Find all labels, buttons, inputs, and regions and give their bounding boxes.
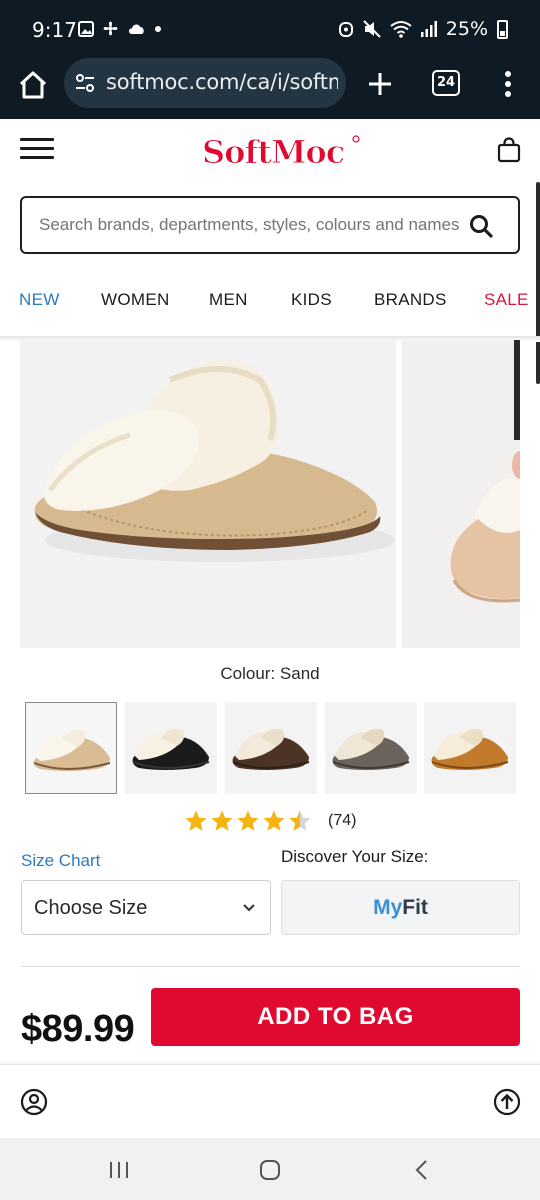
star-full-icon	[185, 810, 207, 831]
slipper-image	[34, 360, 395, 562]
swatch-brown[interactable]	[225, 702, 317, 794]
colour-swatches	[24, 702, 518, 794]
slipper-worn-image	[450, 340, 520, 603]
star-half-icon	[289, 810, 311, 831]
account-icon[interactable]	[20, 1088, 48, 1116]
swatch-sand[interactable]	[25, 702, 117, 794]
myfit-my: My	[373, 896, 403, 919]
category-nav: NEW WOMEN MEN KIDS BRANDS SALE	[0, 280, 540, 320]
star-full-icon	[211, 810, 233, 831]
chevron-down-icon	[243, 904, 255, 912]
swatch-sand-image	[33, 730, 111, 771]
product-price: $89.99	[21, 1008, 135, 1050]
star-full-icon	[237, 810, 259, 831]
home-nav-icon[interactable]	[258, 1158, 282, 1182]
rating-count[interactable]: (74)	[328, 812, 356, 830]
hamburger-menu-icon[interactable]	[20, 138, 54, 162]
signal-icon	[420, 21, 437, 37]
svg-text:SoftMoc: SoftMoc	[202, 133, 345, 171]
add-to-bag-button[interactable]: ADD TO BAG	[151, 988, 520, 1046]
swatch-black-image	[132, 729, 210, 770]
nav-item-kids[interactable]: KIDS	[291, 290, 332, 310]
site-settings-icon[interactable]	[74, 72, 96, 94]
product-image-next[interactable]	[402, 340, 520, 648]
status-time: 9:17	[32, 18, 77, 42]
dot-notification-icon	[155, 25, 161, 32]
swatch-chestnut-image	[431, 729, 509, 770]
nav-item-sale[interactable]: SALE	[484, 290, 529, 310]
shopping-bag-icon[interactable]	[496, 137, 522, 163]
swatch-brown-image	[232, 729, 310, 770]
gallery-notification-icon	[78, 20, 94, 37]
colour-label: Colour: Sand	[220, 664, 320, 683]
swatch-grey[interactable]	[325, 702, 417, 794]
arrow-up-circle-icon[interactable]	[493, 1088, 521, 1116]
size-select-value: Choose Size	[34, 897, 148, 919]
status-bar: 9:17 25%	[0, 0, 540, 58]
softmoc-logo[interactable]: SoftMoc	[200, 131, 362, 171]
mute-icon	[363, 20, 381, 38]
url-text[interactable]: softmoc.com/ca/i/softmoc	[106, 70, 338, 94]
site-header: SoftMoc	[0, 119, 540, 183]
more-vertical-icon[interactable]	[494, 66, 522, 102]
system-navigation-bar	[0, 1138, 540, 1200]
recent-apps-icon[interactable]	[107, 1158, 131, 1182]
swatch-chestnut[interactable]	[424, 702, 516, 794]
product-rating[interactable]: (74)	[184, 808, 356, 834]
browser-toolbar: softmoc.com/ca/i/softmoc 24	[0, 58, 540, 119]
alarm-icon	[338, 22, 353, 37]
address-bar[interactable]: softmoc.com/ca/i/softmoc	[64, 58, 346, 108]
product-image-main[interactable]	[20, 340, 396, 648]
search-input[interactable]	[39, 215, 459, 235]
bottom-toolbar	[0, 1064, 540, 1138]
nav-item-women[interactable]: WOMEN	[101, 290, 170, 310]
cloud-notification-icon	[129, 24, 144, 34]
status-notification-icons	[78, 20, 162, 37]
swatch-grey-image	[332, 729, 410, 770]
swatch-black[interactable]	[125, 702, 217, 794]
tab-switcher-button[interactable]: 24	[432, 70, 460, 96]
search-icon[interactable]	[468, 213, 494, 239]
myfit-button[interactable]: MyFit	[281, 880, 520, 935]
back-icon[interactable]	[410, 1158, 434, 1182]
status-system-icons: 25%	[338, 18, 508, 40]
discover-size-label: Discover Your Size:	[281, 847, 429, 866]
nav-item-new[interactable]: NEW	[19, 290, 60, 310]
star-full-icon	[263, 810, 285, 831]
home-icon[interactable]	[16, 68, 50, 102]
search-box	[20, 196, 520, 254]
plus-icon[interactable]	[362, 66, 398, 102]
size-select[interactable]: Choose Size	[21, 880, 271, 935]
fan-notification-icon	[103, 21, 118, 36]
myfit-fit: Fit	[402, 896, 428, 919]
nav-item-men[interactable]: MEN	[209, 290, 248, 310]
battery-percent: 25%	[445, 18, 488, 40]
section-divider	[21, 966, 520, 967]
size-chart-link[interactable]: Size Chart	[21, 851, 100, 871]
nav-item-brands[interactable]: BRANDS	[374, 290, 447, 310]
wifi-icon	[390, 21, 412, 38]
battery-icon	[497, 19, 508, 39]
